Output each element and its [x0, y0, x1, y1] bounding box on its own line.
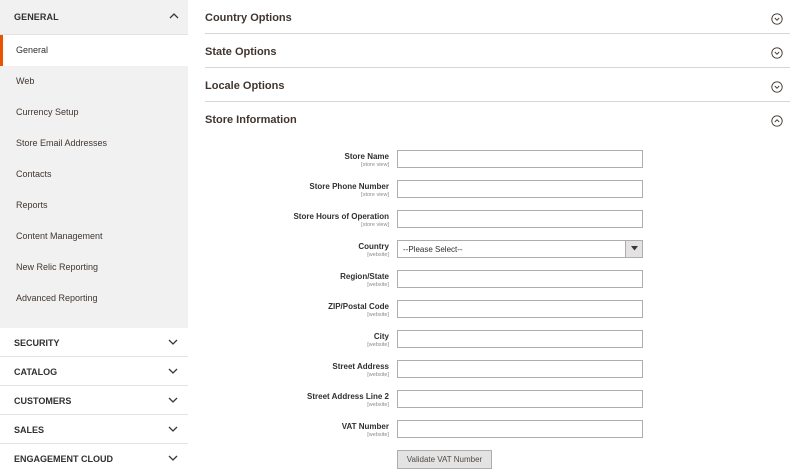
sidebar-section-title: CATALOG: [14, 367, 58, 377]
store-name-input[interactable]: [397, 150, 643, 168]
store-phone-input[interactable]: [397, 180, 643, 198]
sidebar-item-currency-setup[interactable]: Currency Setup: [0, 97, 188, 128]
store-hours-input[interactable]: [397, 210, 643, 228]
sidebar-item-label: Store Email Addresses: [16, 138, 108, 148]
sidebar-item-advanced-reporting[interactable]: Advanced Reporting: [0, 283, 188, 314]
chevron-up-icon: [169, 13, 179, 19]
sidebar-item-label: General: [16, 45, 49, 55]
field-store-phone-number: Store Phone Number [store view]: [205, 180, 790, 204]
field-label: Region/State [website]: [340, 272, 389, 288]
sidebar-item-label: Contacts: [16, 169, 52, 179]
section-state-options[interactable]: State Options: [205, 34, 790, 68]
sidebar-section-title: SECURITY: [14, 338, 60, 348]
section-title: Locale Options: [205, 80, 285, 92]
field-label: Street Address Line 2 [website]: [307, 392, 389, 408]
chevron-down-icon: [168, 397, 178, 403]
sidebar-section-customers[interactable]: CUSTOMERS: [0, 386, 188, 415]
sidebar-section-title: CUSTOMERS: [14, 396, 72, 406]
sidebar-item-label: Web: [16, 76, 35, 86]
caret-down-icon: [631, 246, 638, 251]
sidebar-item-general[interactable]: General: [0, 35, 188, 66]
field-zip-postal-code: ZIP/Postal Code [website]: [205, 300, 790, 324]
chevron-down-icon: [168, 455, 178, 461]
field-street-address-line-2: Street Address Line 2 [website]: [205, 390, 790, 414]
vat-number-input[interactable]: [397, 420, 643, 438]
section-title: State Options: [205, 46, 277, 58]
field-country: Country [website] --Please Select--: [205, 240, 790, 264]
sidebar-section-engagement-cloud[interactable]: ENGAGEMENT CLOUD: [0, 444, 188, 472]
field-label: Street Address [website]: [332, 362, 389, 378]
sidebar-item-label: Reports: [16, 200, 48, 210]
sidebar-section-security[interactable]: SECURITY: [0, 328, 188, 357]
field-label: Store Name [store view]: [344, 152, 389, 168]
region-state-input[interactable]: [397, 270, 643, 288]
collapse-circle-icon: [771, 115, 783, 127]
sidebar-item-store-email-addresses[interactable]: Store Email Addresses: [0, 128, 188, 159]
config-sidebar: GENERAL General Web Currency Setup Store…: [0, 0, 188, 472]
sidebar-item-label: Content Management: [16, 231, 103, 241]
field-label: VAT Number [website]: [341, 422, 389, 438]
section-country-options[interactable]: Country Options: [205, 0, 790, 34]
section-store-information[interactable]: Store Information: [205, 102, 790, 136]
config-main: Country Options State Options Locale Opt…: [205, 0, 790, 472]
field-street-address: Street Address [website]: [205, 360, 790, 384]
section-title: Store Information: [205, 114, 297, 126]
sidebar-item-label: Advanced Reporting: [16, 293, 98, 303]
chevron-down-icon: [168, 426, 178, 432]
sidebar-section-general[interactable]: GENERAL: [0, 0, 188, 35]
city-input[interactable]: [397, 330, 643, 348]
expand-circle-icon: [771, 81, 783, 93]
sidebar-item-label: New Relic Reporting: [16, 262, 99, 272]
sidebar-section-sales[interactable]: SALES: [0, 415, 188, 444]
street-address-input[interactable]: [397, 360, 643, 378]
sidebar-section-title: GENERAL: [14, 12, 59, 22]
sidebar-item-content-management[interactable]: Content Management: [0, 221, 188, 252]
field-store-hours: Store Hours of Operation [store view]: [205, 210, 790, 234]
sidebar-items-padding: [0, 314, 188, 328]
sidebar-item-web[interactable]: Web: [0, 66, 188, 97]
sidebar-section-catalog[interactable]: CATALOG: [0, 357, 188, 386]
sidebar-section-title: ENGAGEMENT CLOUD: [14, 454, 113, 464]
field-label: Country [website]: [358, 242, 389, 258]
country-select-value: --Please Select--: [403, 245, 463, 254]
sidebar-item-contacts[interactable]: Contacts: [0, 159, 188, 190]
sidebar-general-items: General Web Currency Setup Store Email A…: [0, 35, 188, 328]
field-label: Store Hours of Operation [store view]: [293, 212, 389, 228]
sidebar-item-reports[interactable]: Reports: [0, 190, 188, 221]
field-label: Store Phone Number [store view]: [309, 182, 389, 198]
field-region-state: Region/State [website]: [205, 270, 790, 294]
sidebar-item-label: Currency Setup: [16, 107, 79, 117]
field-city: City [website]: [205, 330, 790, 354]
field-label: City [website]: [367, 332, 389, 348]
country-select[interactable]: --Please Select--: [397, 240, 643, 258]
validate-vat-number-button[interactable]: Validate VAT Number: [397, 450, 492, 469]
expand-circle-icon: [771, 13, 783, 25]
chevron-down-icon: [168, 368, 178, 374]
street-address-line-2-input[interactable]: [397, 390, 643, 408]
field-vat-number: VAT Number [website]: [205, 420, 790, 444]
section-title: Country Options: [205, 12, 292, 24]
sidebar-section-title: SALES: [14, 425, 45, 435]
field-label: ZIP/Postal Code [website]: [328, 302, 389, 318]
expand-circle-icon: [771, 47, 783, 59]
section-locale-options[interactable]: Locale Options: [205, 68, 790, 102]
zip-postal-code-input[interactable]: [397, 300, 643, 318]
field-store-name: Store Name [store view]: [205, 150, 790, 174]
select-arrow-button[interactable]: [625, 241, 642, 257]
sidebar-item-new-relic-reporting[interactable]: New Relic Reporting: [0, 252, 188, 283]
chevron-down-icon: [168, 339, 178, 345]
